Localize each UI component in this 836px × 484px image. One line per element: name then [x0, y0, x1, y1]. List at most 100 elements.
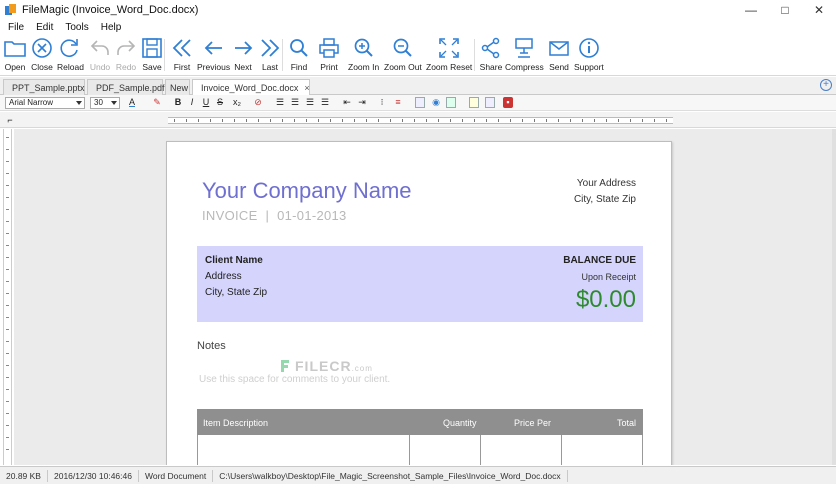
tab-new[interactable]: New — [165, 79, 190, 95]
compress-label: Compress — [505, 62, 544, 72]
document-canvas[interactable]: Your Company Name INVOICE | 01-01-2013 Y… — [14, 129, 836, 465]
ruler-tick — [546, 119, 547, 122]
text-color-button[interactable]: A — [127, 97, 137, 108]
tab-invoice-word-doc[interactable]: Invoice_Word_Doc.docx × — [192, 79, 310, 96]
next-label: Next — [234, 62, 252, 72]
chevron-down-icon — [76, 101, 82, 105]
font-family-select[interactable]: Arial Narrow — [5, 97, 85, 109]
zoom-reset-button[interactable]: Zoom Reset — [426, 36, 472, 74]
reload-button[interactable]: Reload — [57, 36, 84, 74]
client-city[interactable]: City, State Zip — [205, 287, 267, 298]
bold-button[interactable]: B — [173, 97, 183, 108]
ruler-tick — [234, 119, 235, 122]
table-row[interactable] — [197, 435, 643, 465]
notes-heading[interactable]: Notes — [197, 340, 226, 352]
tab-pdf-sample[interactable]: PDF_Sample.pdf — [87, 79, 165, 95]
insert-table-icon[interactable] — [469, 97, 479, 108]
invoice-header[interactable]: INVOICE | 01-01-2013 — [202, 208, 347, 223]
menu-help[interactable]: Help — [95, 22, 128, 33]
last-page-button[interactable]: Last — [258, 36, 282, 74]
clear-format-icon[interactable]: ⊘ — [253, 97, 263, 108]
open-button[interactable]: Open — [3, 36, 27, 74]
ruler-tick — [6, 377, 9, 378]
company-address[interactable]: Your Address — [577, 178, 636, 189]
horizontal-ruler[interactable] — [168, 117, 673, 124]
redo-button[interactable]: Redo — [114, 36, 138, 74]
insert-link-icon[interactable]: ◉ — [431, 97, 441, 108]
company-city[interactable]: City, State Zip — [574, 194, 636, 205]
strikethrough-button[interactable]: S — [215, 97, 225, 108]
menu-edit[interactable]: Edit — [30, 22, 59, 33]
client-name[interactable]: Client Name — [205, 255, 263, 266]
ruler-tick — [318, 119, 319, 122]
vertical-scrollbar[interactable] — [832, 129, 836, 465]
zoom-in-button[interactable]: Zoom In — [348, 36, 379, 74]
send-label: Send — [549, 62, 569, 72]
maximize-button[interactable]: □ — [768, 0, 802, 20]
ruler-tick — [570, 119, 571, 122]
document-page[interactable]: Your Company Name INVOICE | 01-01-2013 Y… — [166, 141, 672, 465]
file-date: 2016/12/30 10:46:46 — [48, 469, 139, 482]
ruler-tick — [6, 281, 9, 282]
printer-icon — [319, 38, 339, 58]
insert-image-icon[interactable] — [415, 97, 425, 108]
page-setup-icon[interactable] — [485, 97, 495, 108]
ruler-tick — [6, 449, 9, 450]
font-family-value: Arial Narrow — [9, 98, 54, 107]
balance-terms[interactable]: Upon Receipt — [581, 272, 636, 282]
notes-placeholder[interactable]: Use this space for comments to your clie… — [199, 374, 390, 385]
tab-ppt-sample[interactable]: PPT_Sample.pptx — [3, 79, 85, 95]
ruler-tick — [6, 269, 9, 270]
previous-page-button[interactable]: Previous — [197, 36, 230, 74]
align-left-icon[interactable]: ☰ — [275, 97, 285, 108]
ruler-tick — [426, 119, 427, 122]
first-page-button[interactable]: First — [170, 36, 194, 74]
ruler-tick — [6, 389, 9, 390]
menu-file[interactable]: File — [2, 22, 30, 33]
bullet-list-icon[interactable]: ⁝ — [377, 97, 387, 108]
minimize-button[interactable]: — — [734, 0, 768, 20]
align-justify-icon[interactable]: ☰ — [320, 97, 330, 108]
highlight-icon[interactable]: ✎ — [152, 97, 162, 108]
tab-stop-icon[interactable]: ⌐ — [5, 115, 15, 126]
support-button[interactable]: Support — [574, 36, 604, 74]
vertical-ruler[interactable] — [3, 129, 12, 465]
print-button[interactable]: Print — [317, 36, 341, 74]
export-pdf-icon[interactable]: ▪ — [503, 97, 513, 108]
ruler-tick — [522, 119, 523, 122]
indent-increase-icon[interactable]: ⇥ — [357, 97, 367, 108]
indent-decrease-icon[interactable]: ⇤ — [342, 97, 352, 108]
undo-button[interactable]: Undo — [88, 36, 112, 74]
add-tab-icon[interactable]: + — [820, 79, 832, 91]
balance-due-label[interactable]: BALANCE DUE — [563, 255, 636, 266]
client-address[interactable]: Address — [205, 271, 242, 282]
send-button[interactable]: Send — [547, 36, 571, 74]
numbered-list-icon[interactable]: ≡ — [393, 97, 403, 108]
underline-button[interactable]: U — [201, 97, 211, 108]
reload-icon — [60, 39, 79, 57]
close-button[interactable]: Close — [30, 36, 54, 74]
zoom-out-button[interactable]: Zoom Out — [384, 36, 422, 74]
ruler-tick — [414, 119, 415, 122]
save-button[interactable]: Save — [140, 36, 164, 74]
balance-amount[interactable]: $0.00 — [576, 286, 636, 314]
align-center-icon[interactable]: ☰ — [290, 97, 300, 108]
title-bar: FileMagic (Invoice_Word_Doc.docx) — □ ✕ — [0, 0, 836, 20]
compress-button[interactable]: Compress — [505, 36, 544, 74]
find-button[interactable]: Find — [287, 36, 311, 74]
align-right-icon[interactable]: ☰ — [305, 97, 315, 108]
close-window-button[interactable]: ✕ — [802, 0, 836, 20]
ruler-tick — [6, 221, 9, 222]
next-page-button[interactable]: Next — [231, 36, 255, 74]
company-name[interactable]: Your Company Name — [202, 178, 412, 204]
file-path: C:\Users\walkboy\Desktop\File_Magic_Scre… — [213, 469, 568, 482]
window-title: FileMagic (Invoice_Word_Doc.docx) — [22, 4, 199, 16]
share-button[interactable]: Share — [479, 36, 503, 74]
arrow-right-icon — [235, 41, 253, 55]
subscript-icon[interactable]: x₂ — [232, 97, 242, 108]
tab-close-icon[interactable]: × — [304, 83, 309, 93]
italic-button[interactable]: I — [187, 97, 197, 108]
insert-picture-icon[interactable] — [446, 97, 456, 108]
menu-tools[interactable]: Tools — [59, 22, 94, 33]
font-size-select[interactable]: 30 — [90, 97, 120, 109]
